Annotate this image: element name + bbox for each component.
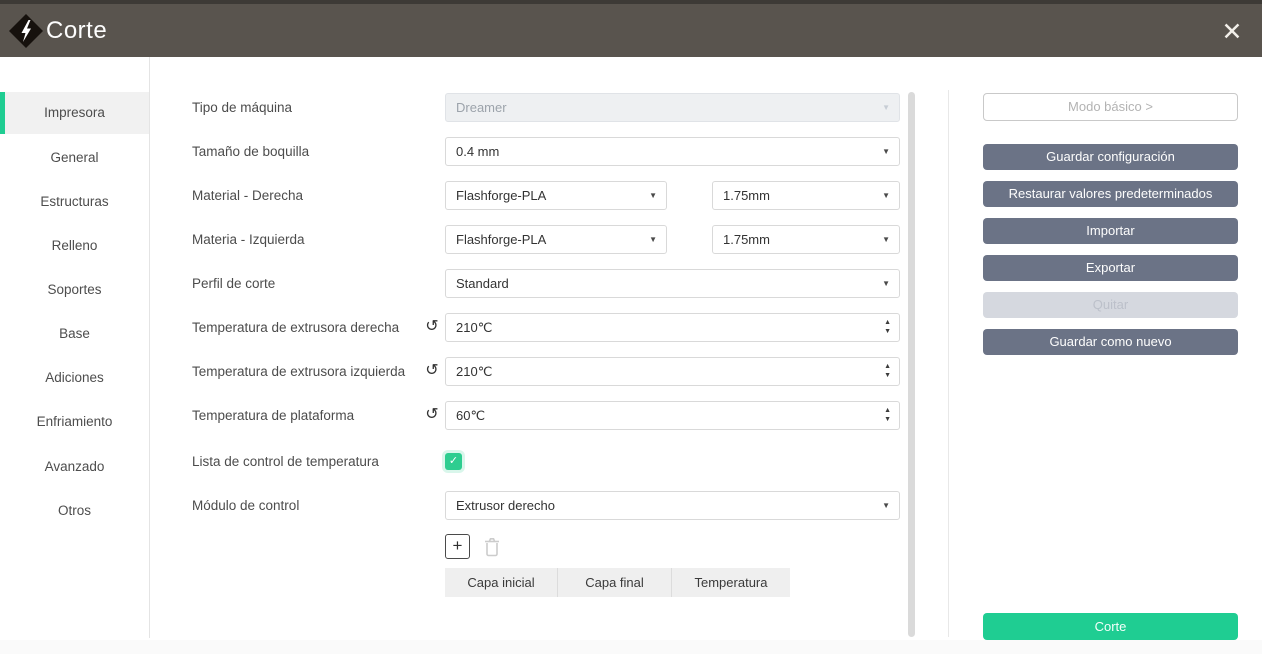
sidebar-item-avanzado[interactable]: Avanzado	[0, 446, 149, 488]
reset-icon[interactable]: ↺	[423, 401, 441, 430]
chevron-down-icon: ▼	[882, 94, 890, 121]
control-module-select[interactable]: Extrusor derecho ▼	[445, 491, 900, 520]
nozzle-size-select[interactable]: 0.4 mm ▼	[445, 137, 900, 166]
machine-type-select: Dreamer ▼	[445, 93, 900, 122]
sidebar-item-adiciones[interactable]: Adiciones	[0, 357, 149, 399]
reset-icon[interactable]: ↺	[423, 313, 441, 342]
chevron-down-icon: ▼	[649, 226, 657, 253]
sidebar-item-enfriamiento[interactable]: Enfriamiento	[0, 401, 149, 443]
sidebar-item-relleno[interactable]: Relleno	[0, 225, 149, 267]
left-extruder-temp-value: 210℃	[456, 364, 492, 379]
slice-profile-label: Perfil de corte	[192, 269, 275, 298]
nozzle-size-label: Tamaño de boquilla	[192, 137, 309, 166]
temperature-table-header: Capa inicial Capa final Temperatura	[445, 568, 790, 597]
spin-down-icon[interactable]: ▼	[884, 415, 891, 424]
footer-strip	[0, 640, 1262, 654]
material-left-diameter-select[interactable]: 1.75mm ▼	[712, 225, 900, 254]
platform-temp-label: Temperatura de plataforma	[192, 401, 354, 430]
machine-type-label: Tipo de máquina	[192, 93, 292, 122]
chevron-down-icon: ▼	[882, 226, 890, 253]
chevron-down-icon: ▼	[649, 182, 657, 209]
spin-up-icon[interactable]: ▲	[884, 318, 891, 327]
material-right-diameter-select[interactable]: 1.75mm ▼	[712, 181, 900, 210]
export-button[interactable]: Exportar	[983, 255, 1238, 281]
chevron-down-icon: ▼	[882, 270, 890, 297]
flashforge-logo-icon	[8, 13, 44, 49]
import-button[interactable]: Importar	[983, 218, 1238, 244]
slice-button[interactable]: Corte	[983, 613, 1238, 640]
check-icon: ✓	[449, 455, 458, 467]
right-extruder-temp-label: Temperatura de extrusora derecha	[192, 313, 399, 342]
nozzle-size-value: 0.4 mm	[456, 144, 499, 159]
material-right-diameter-value: 1.75mm	[723, 188, 770, 203]
control-module-label: Módulo de control	[192, 491, 299, 520]
sidebar-item-base[interactable]: Base	[0, 313, 149, 355]
col-capa-inicial: Capa inicial	[445, 568, 558, 597]
temp-control-list-checkbox[interactable]: ✓	[445, 453, 462, 470]
col-capa-final: Capa final	[558, 568, 672, 597]
right-extruder-temp-value: 210℃	[456, 320, 492, 335]
save-as-new-button[interactable]: Guardar como nuevo	[983, 329, 1238, 355]
chevron-down-icon: ▼	[882, 138, 890, 165]
basic-mode-button[interactable]: Modo básico >	[983, 93, 1238, 121]
sidebar-item-estructuras[interactable]: Estructuras	[0, 181, 149, 223]
trash-icon	[483, 537, 501, 557]
chevron-down-icon: ▼	[882, 182, 890, 209]
sidebar-item-general[interactable]: General	[0, 137, 149, 179]
spin-down-icon[interactable]: ▼	[884, 327, 891, 336]
slice-profile-value: Standard	[456, 276, 509, 291]
actions-panel: Modo básico > Guardar configuración Rest…	[949, 57, 1262, 640]
material-right-select[interactable]: Flashforge-PLA ▼	[445, 181, 667, 210]
dialog-title: Corte	[46, 17, 107, 45]
sidebar-item-soportes[interactable]: Soportes	[0, 269, 149, 311]
spin-up-icon[interactable]: ▲	[884, 362, 891, 371]
material-left-label: Materia - Izquierda	[192, 225, 305, 254]
control-module-value: Extrusor derecho	[456, 498, 555, 513]
left-extruder-temp-input[interactable]: 210℃ ▲ ▼	[445, 357, 900, 386]
close-icon[interactable]: ✕	[1216, 16, 1248, 48]
remove-button: Quitar	[983, 292, 1238, 318]
temp-control-list-label: Lista de control de temperatura	[192, 447, 379, 476]
settings-sidebar: Impresora General Estructuras Relleno So…	[0, 57, 150, 638]
sidebar-item-otros[interactable]: Otros	[0, 490, 149, 532]
material-left-value: Flashforge-PLA	[456, 232, 546, 247]
spin-down-icon[interactable]: ▼	[884, 371, 891, 380]
material-right-label: Material - Derecha	[192, 181, 303, 210]
right-extruder-temp-input[interactable]: 210℃ ▲ ▼	[445, 313, 900, 342]
material-left-diameter-value: 1.75mm	[723, 232, 770, 247]
titlebar: Corte ✕	[0, 4, 1262, 57]
sidebar-item-impresora[interactable]: Impresora	[0, 92, 149, 134]
add-row-button[interactable]: +	[445, 534, 470, 559]
chevron-down-icon: ▼	[882, 492, 890, 519]
corte-dialog: Corte ✕ Impresora General Estructuras Re…	[0, 0, 1262, 654]
left-extruder-temp-label: Temperatura de extrusora izquierda	[192, 357, 405, 386]
plus-icon: +	[453, 536, 463, 555]
delete-row-button[interactable]	[479, 534, 504, 559]
dialog-body: Impresora General Estructuras Relleno So…	[0, 57, 1262, 640]
slice-profile-select[interactable]: Standard ▼	[445, 269, 900, 298]
material-left-select[interactable]: Flashforge-PLA ▼	[445, 225, 667, 254]
save-config-button[interactable]: Guardar configuración	[983, 144, 1238, 170]
vertical-scrollbar[interactable]	[908, 92, 915, 637]
spin-up-icon[interactable]: ▲	[884, 406, 891, 415]
material-right-value: Flashforge-PLA	[456, 188, 546, 203]
printer-settings-form: Tipo de máquina Dreamer ▼ Tamaño de boqu…	[150, 57, 948, 640]
platform-temp-input[interactable]: 60℃ ▲ ▼	[445, 401, 900, 430]
machine-type-value: Dreamer	[456, 100, 507, 115]
col-temperatura: Temperatura	[672, 568, 790, 597]
reset-icon[interactable]: ↺	[423, 357, 441, 386]
restore-defaults-button[interactable]: Restaurar valores predeterminados	[983, 181, 1238, 207]
platform-temp-value: 60℃	[456, 408, 485, 423]
